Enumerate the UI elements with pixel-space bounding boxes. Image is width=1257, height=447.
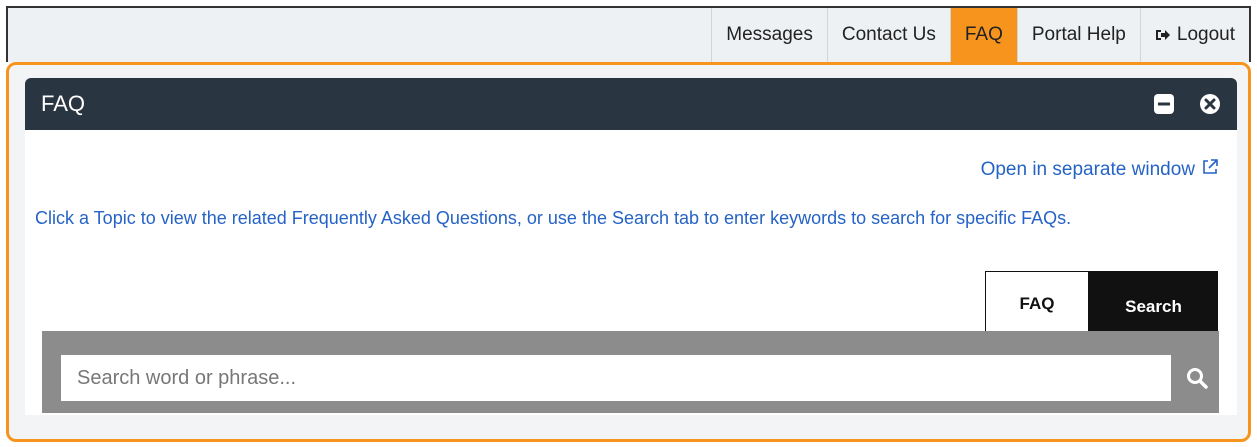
top-nav: Messages Contact Us FAQ Portal Help Logo… (711, 8, 1249, 62)
nav-portal-help-label: Portal Help (1031, 24, 1126, 45)
panel-header: FAQ (25, 78, 1237, 130)
open-window-label: Open in separate window (980, 159, 1195, 180)
tab-faq-label: FAQ (1019, 293, 1055, 313)
search-input[interactable] (61, 355, 1171, 401)
nav-portal-help[interactable]: Portal Help (1016, 8, 1140, 62)
faq-panel: FAQ Open in separate window Click a Topi… (25, 78, 1237, 415)
nav-contact-us[interactable]: Contact Us (826, 8, 950, 62)
panel-controls (1151, 91, 1223, 117)
sign-out-icon (1155, 27, 1171, 43)
top-bar: Messages Contact Us FAQ Portal Help Logo… (6, 6, 1251, 62)
nav-logout[interactable]: Logout (1139, 8, 1249, 62)
search-bar (42, 331, 1219, 413)
nav-contact-label: Contact Us (841, 24, 936, 45)
nav-messages-label: Messages (726, 24, 813, 45)
external-link-icon (1201, 158, 1219, 182)
open-separate-window-link[interactable]: Open in separate window (981, 158, 1219, 182)
close-icon[interactable] (1197, 91, 1223, 117)
faq-intro-text: Click a Topic to view the related Freque… (35, 208, 1072, 228)
panel-title: FAQ (41, 91, 86, 116)
nav-messages[interactable]: Messages (711, 8, 827, 62)
search-icon[interactable] (1175, 355, 1219, 401)
nav-faq[interactable]: FAQ (949, 8, 1017, 62)
nav-logout-label: Logout (1176, 24, 1235, 45)
tab-search-label: Search (1125, 297, 1182, 316)
minimize-icon[interactable] (1151, 91, 1177, 117)
nav-faq-label: FAQ (964, 24, 1003, 45)
